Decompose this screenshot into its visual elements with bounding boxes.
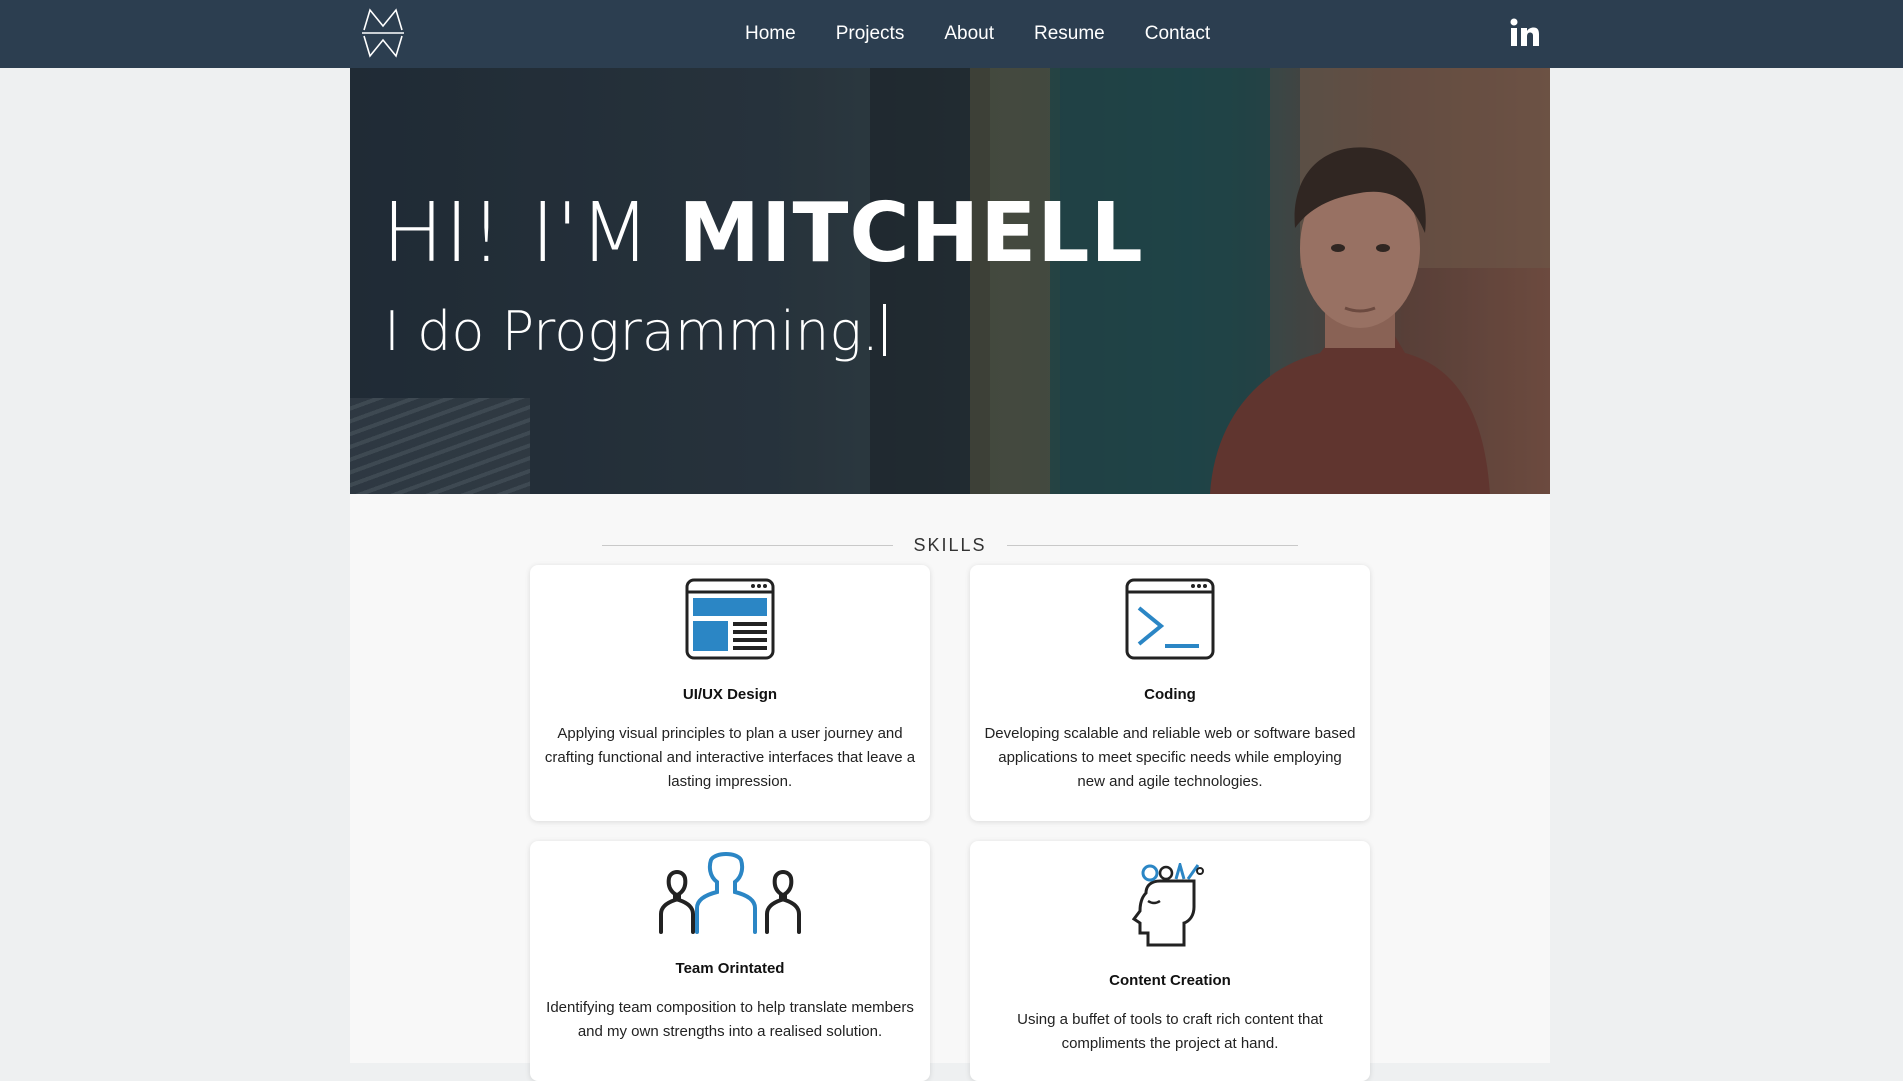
skill-card-title: Coding	[1144, 686, 1196, 703]
skill-card-title: Content Creation	[1109, 972, 1231, 989]
skill-card-description: Identifying team composition to help tra…	[546, 999, 914, 1040]
logo[interactable]	[360, 6, 406, 60]
hero-overlay	[350, 68, 1550, 494]
linkedin-icon[interactable]	[1508, 16, 1542, 50]
skill-card-title: Team Orintated	[675, 960, 785, 977]
skills-title: SKILLS	[913, 534, 987, 555]
nav-home[interactable]: Home	[725, 23, 816, 45]
nav-contact[interactable]: Contact	[1125, 23, 1230, 45]
skills-header: SKILLS	[602, 530, 1299, 560]
hero-tagline: I do Programming.	[384, 300, 879, 363]
skill-card-title: UI/UX Design	[682, 686, 778, 703]
hero-tagline-wrap: I do Programming.	[384, 300, 886, 363]
hero-name: MITCHELL	[678, 186, 1144, 281]
divider	[602, 544, 894, 546]
navbar: Home Projects About Resume Contact	[0, 0, 1903, 68]
skill-card-content: Content Creation Using a buffet of tools…	[970, 841, 1370, 1081]
logo-mark-icon	[362, 8, 404, 58]
browser-layout-icon	[685, 578, 775, 660]
skill-card-description: Using a buffet of tools to craft rich co…	[1017, 1011, 1323, 1052]
nav-resume[interactable]: Resume	[1014, 23, 1125, 45]
typing-cursor	[882, 304, 886, 356]
skill-card-description: Developing scalable and reliable web or …	[984, 725, 1356, 790]
team-icon	[659, 852, 801, 934]
skill-card-coding: Coding Developing scalable and reliable …	[970, 565, 1370, 821]
nav-links: Home Projects About Resume Contact	[725, 0, 1230, 68]
skill-card-uiux: UI/UX Design Applying visual principles …	[530, 565, 930, 821]
nav-projects[interactable]: Projects	[816, 23, 925, 45]
divider	[1006, 544, 1299, 546]
hero-heading: HI! I'M MITCHELL	[382, 186, 1144, 281]
terminal-icon	[1125, 578, 1215, 660]
creative-head-icon	[1132, 863, 1204, 947]
hero-greeting: HI! I'M	[382, 186, 652, 281]
page-content: HI! I'M MITCHELL I do Programming. SKILL…	[350, 68, 1550, 1081]
skill-card-description: Applying visual principles to plan a use…	[544, 725, 916, 790]
nav-about[interactable]: About	[924, 23, 1014, 45]
hero-banner: HI! I'M MITCHELL I do Programming.	[350, 68, 1550, 494]
skill-card-team: Team Orintated Identifying team composit…	[530, 841, 930, 1081]
